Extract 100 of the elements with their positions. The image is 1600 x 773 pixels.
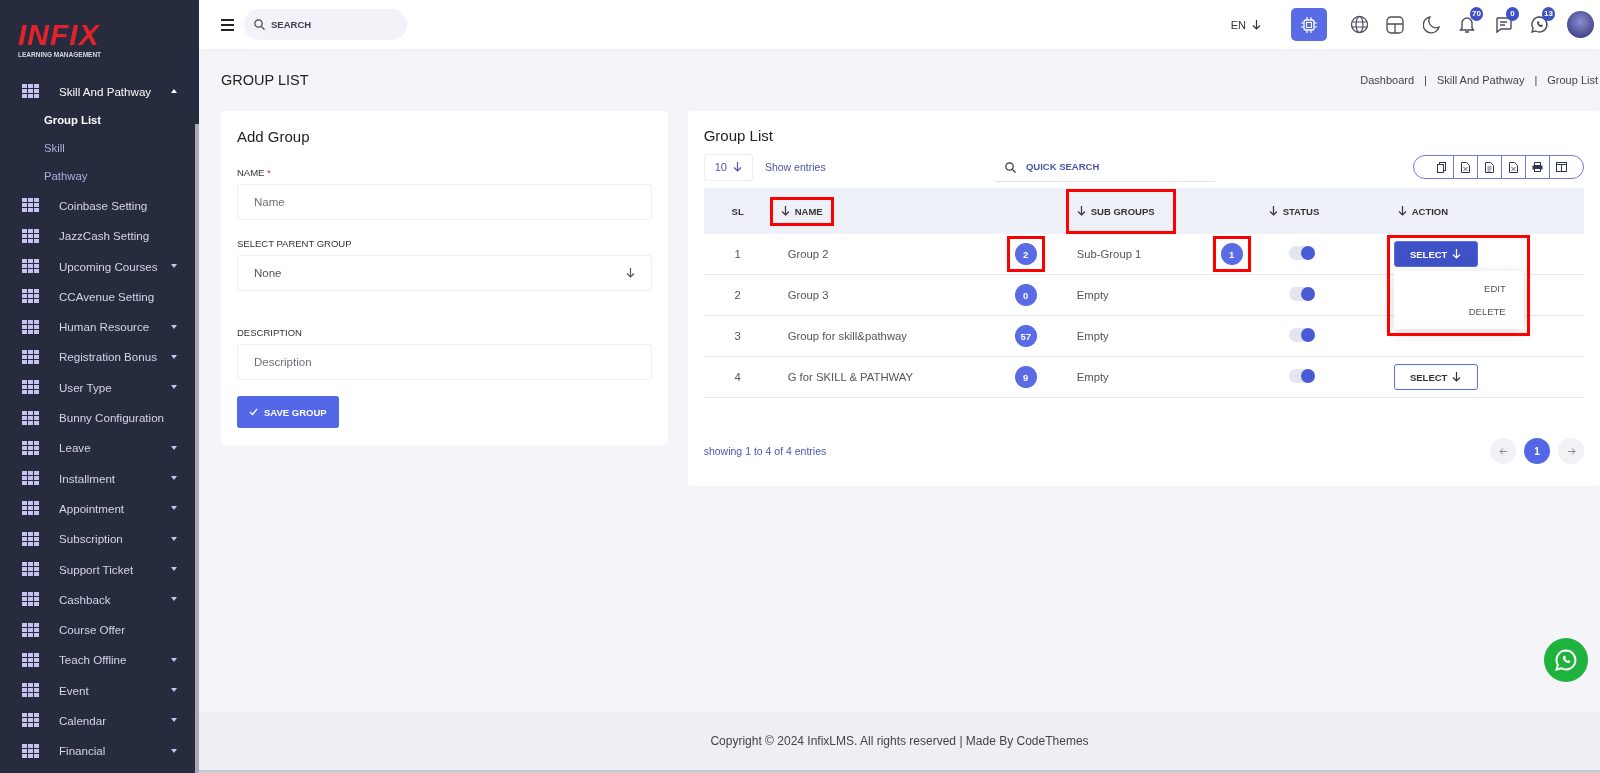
sidebar-subitem[interactable]: Group List <box>0 106 199 135</box>
chip-icon <box>1300 15 1318 34</box>
table-cell-text: Group for skill&pathway <box>786 330 907 342</box>
sidebar-item[interactable]: Subscription <box>0 523 199 554</box>
field-label: NAME * <box>237 167 272 178</box>
sidebar-item[interactable]: Upcoming Courses <box>0 250 199 282</box>
sidebar-item[interactable]: Human Resource <box>0 311 199 342</box>
field-label: SELECT PARENT GROUP <box>237 238 353 249</box>
sidebar-subitem[interactable]: Pathway <box>0 162 199 191</box>
breadcrumb-link[interactable]: Skill And Pathway <box>1436 74 1525 86</box>
select-button[interactable]: SELECT <box>1393 241 1478 267</box>
column-header[interactable]: ACTION <box>1389 199 1457 223</box>
menu-grid-icon <box>22 622 39 637</box>
table-cell: 4 <box>734 371 741 383</box>
table-cell-text: G for SKILL & PATHWAY <box>786 371 914 383</box>
page-size-select[interactable]: 10 <box>703 153 753 181</box>
sidebar-item[interactable]: CCAvenue Setting <box>0 281 199 312</box>
sidebar-subitem[interactable]: Skill <box>0 134 199 163</box>
sidebar-item[interactable]: Course Offer <box>0 614 199 645</box>
sidebar-item[interactable]: User Type <box>0 372 199 403</box>
arrow-down-icon <box>1452 249 1462 259</box>
status-toggle[interactable] <box>1288 369 1315 383</box>
sidebar-item[interactable]: Installment <box>0 462 199 494</box>
arrow-left-icon <box>1498 446 1508 456</box>
breadcrumb-link[interactable]: Group List <box>1547 74 1598 86</box>
chat-button[interactable] <box>1544 638 1588 682</box>
sidebar-item[interactable]: Event <box>0 675 199 706</box>
table-cell: Empty <box>1076 330 1109 342</box>
menu-grid-icon <box>22 440 39 455</box>
status-toggle[interactable] <box>1288 328 1315 342</box>
menu-grid-icon <box>22 683 39 698</box>
scrollbar[interactable] <box>195 124 199 773</box>
notification-button[interactable]: 70 <box>1449 9 1485 40</box>
sidebar-item[interactable]: Appointment <box>0 493 199 524</box>
notification-button[interactable]: 13 <box>1521 9 1557 40</box>
breadcrumb-link[interactable]: Dashboard <box>1360 74 1415 86</box>
breadcrumb-separator: | <box>1424 74 1427 86</box>
field-label: DESCRIPTION <box>237 327 303 338</box>
menu-grid-icon <box>22 652 39 667</box>
arrow-down-icon <box>732 162 742 172</box>
sidebar-item[interactable]: Skill And Pathway <box>0 76 199 107</box>
input-field[interactable]: Description <box>237 344 652 380</box>
table-cell: 2 <box>734 289 741 301</box>
menu-grid-icon <box>22 562 39 576</box>
arrow-down-icon <box>625 268 635 278</box>
table-cell: 1 <box>734 248 741 260</box>
input-field[interactable]: Name <box>237 184 652 220</box>
sidebar-item[interactable]: Coinbase Setting <box>0 190 199 221</box>
breadcrumb-separator: | <box>1534 74 1538 86</box>
arrow-right-icon <box>1566 446 1576 456</box>
menu-grid-icon <box>22 198 39 213</box>
page-button[interactable]: 1 <box>1524 438 1550 464</box>
menu-grid-icon <box>22 228 39 243</box>
file-icon <box>1509 161 1518 173</box>
chat-icon <box>1493 15 1513 34</box>
table-cell-text: Group 2 <box>786 248 829 260</box>
language-selector[interactable]: EN <box>1224 17 1267 32</box>
chip-button[interactable] <box>1291 8 1327 41</box>
menu-grid-icon <box>22 259 39 274</box>
sidebar-item[interactable]: JazzCash Setting <box>0 220 199 251</box>
menu-grid-icon <box>22 713 39 728</box>
menu-grid-icon <box>22 84 39 99</box>
sidebar-item[interactable]: Registration Bonus <box>0 341 199 373</box>
sidebar-item[interactable]: Support Ticket <box>0 553 199 585</box>
phone-chat-icon <box>1529 15 1549 34</box>
status-toggle[interactable] <box>1288 287 1315 301</box>
table-cell: 3 <box>734 330 741 342</box>
moon-icon <box>1422 15 1440 34</box>
table-cell: Empty <box>1076 289 1109 301</box>
search-icon <box>1004 161 1016 173</box>
sidebar-item[interactable]: Calendar <box>0 705 199 736</box>
card-title: Add Group <box>237 128 311 145</box>
status-toggle[interactable] <box>1288 246 1315 260</box>
menu-icon[interactable] <box>221 18 234 31</box>
sidebar-item[interactable]: Cashback <box>0 584 199 615</box>
menu-grid-icon <box>22 289 39 304</box>
menu-grid-icon <box>22 410 39 425</box>
document-icon <box>1485 161 1494 173</box>
file-icon <box>1461 161 1470 173</box>
sidebar-item[interactable]: Bunny Configuration <box>0 402 199 433</box>
sidebar-item[interactable]: Leave <box>0 432 199 463</box>
search-field[interactable]: SEARCH <box>244 9 407 40</box>
print-icon <box>1532 162 1543 172</box>
copy-icon <box>1436 161 1446 173</box>
select-field[interactable]: None <box>237 255 652 291</box>
sidebar-item[interactable]: Financial <box>0 735 199 766</box>
sidebar-item[interactable]: Teach Offline <box>0 644 199 676</box>
menu-grid-icon <box>22 592 39 607</box>
arrow-down-icon <box>1252 19 1261 30</box>
select-button[interactable]: SELECT <box>1393 364 1478 390</box>
menu-grid-icon <box>22 743 39 758</box>
column-header[interactable]: NAME <box>772 199 831 223</box>
phone-chat-icon <box>1554 648 1578 672</box>
menu-item[interactable]: DELETE <box>1393 300 1524 323</box>
save-button[interactable]: SAVE GROUP <box>237 396 339 428</box>
menu-item[interactable]: EDIT <box>1393 277 1524 300</box>
table-cell-text: Group 3 <box>786 289 829 301</box>
user-avatar[interactable] <box>1567 11 1594 38</box>
count-badge: 2 <box>1006 236 1045 272</box>
notification-button[interactable]: 0 <box>1485 9 1521 40</box>
